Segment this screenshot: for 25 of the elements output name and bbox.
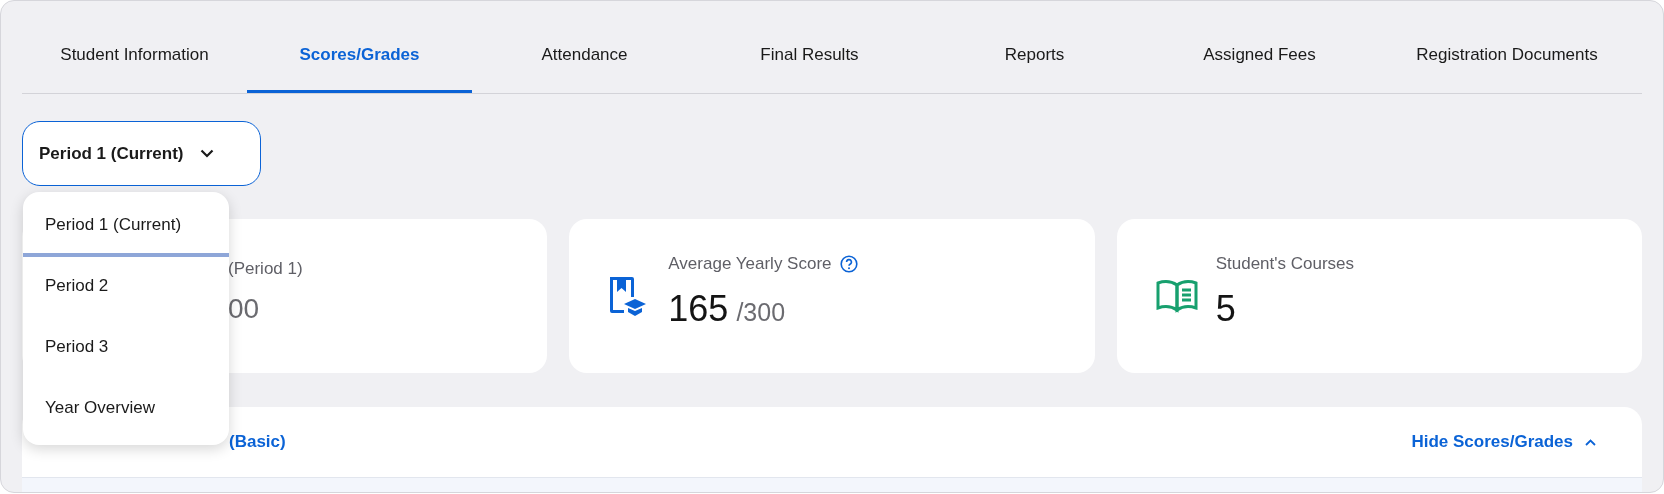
course-link[interactable]: (Basic) (229, 432, 286, 452)
tab[interactable]: Student Information (22, 21, 247, 93)
stat-total: /300 (736, 298, 786, 327)
open-book-icon (1155, 279, 1198, 313)
stat-value: 5 (1215, 288, 1236, 330)
tab[interactable]: Reports (922, 21, 1147, 93)
period-dropdown[interactable]: Period 1 (Current) (22, 121, 261, 186)
stat-title: Average Yearly Score (668, 254, 832, 274)
menu-option[interactable]: Period 2 (23, 257, 229, 318)
tab[interactable]: Registration Documents (1372, 21, 1642, 93)
stat-total: 00 (228, 293, 260, 325)
tab[interactable]: Scores/Grades (247, 21, 472, 93)
stat-title: Student's Courses (1215, 254, 1355, 274)
stat-title: (Period 1) (228, 259, 303, 279)
menu-option[interactable]: Period 3 (23, 318, 229, 379)
book-graduation-cap-icon (608, 275, 647, 317)
tab[interactable]: Assigned Fees (1147, 21, 1372, 93)
help-icon[interactable] (839, 255, 858, 273)
stat-value: 165 (668, 288, 729, 330)
tab[interactable]: Attendance (472, 21, 697, 93)
toggle-scores-link[interactable]: Hide Scores/Grades (1405, 431, 1602, 453)
chevron-up-icon (1585, 438, 1596, 446)
tab[interactable]: Final Results (697, 21, 922, 93)
chevron-down-icon (199, 149, 214, 158)
menu-option[interactable]: Year Overview (23, 379, 229, 440)
